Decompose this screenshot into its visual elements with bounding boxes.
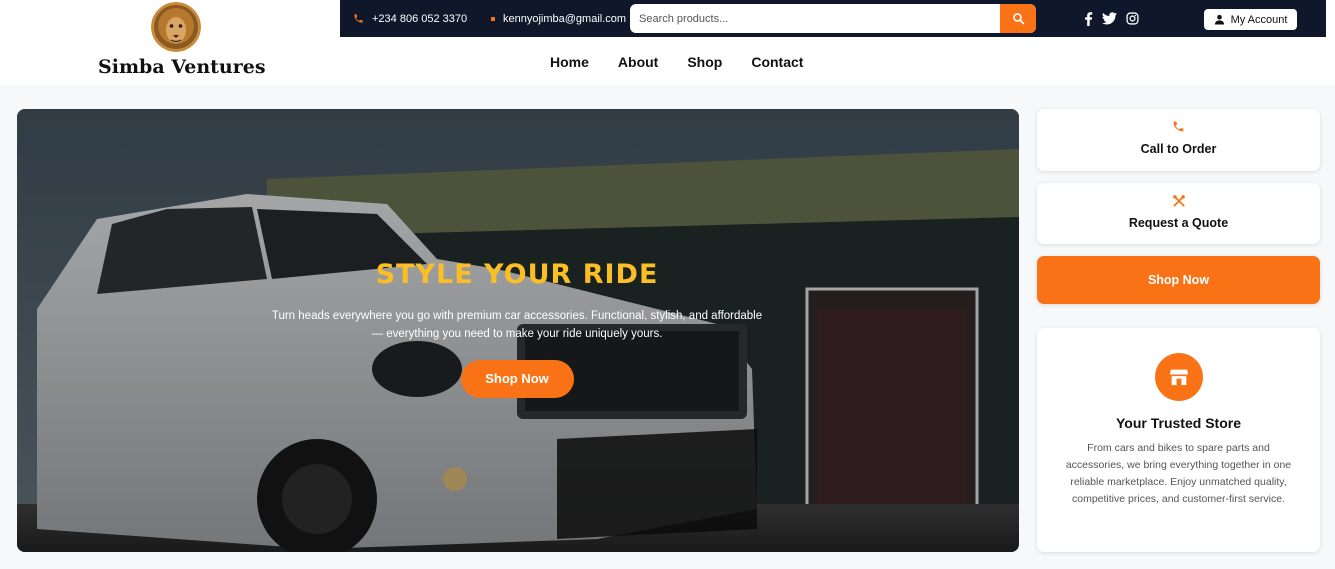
phone-contact[interactable]: +234 806 052 3370 xyxy=(353,0,467,37)
lion-logo xyxy=(151,2,201,52)
phone-icon xyxy=(1037,120,1320,138)
instagram-icon[interactable] xyxy=(1126,12,1139,25)
phone-number: +234 806 052 3370 xyxy=(372,12,468,25)
call-to-order-label: Call to Order xyxy=(1140,142,1217,156)
store-title: Your Trusted Store xyxy=(1116,415,1241,431)
facebook-icon[interactable] xyxy=(1084,11,1093,26)
brand-name: Simba Ventures xyxy=(98,56,266,78)
search-box xyxy=(630,4,1036,33)
sidebar-shop-now-label: Shop Now xyxy=(1147,273,1210,287)
search-input[interactable] xyxy=(630,4,1000,33)
top-bar: +234 806 052 3370 kennyojimba@gmail.com xyxy=(340,0,1326,37)
request-quote-card[interactable]: Request a Quote xyxy=(1037,183,1320,244)
store-description: From cars and bikes to spare parts and a… xyxy=(1065,442,1292,505)
search-button[interactable] xyxy=(1000,4,1036,33)
my-account-button[interactable]: My Account xyxy=(1204,9,1297,30)
trusted-store-card: Your Trusted Store From cars and bikes t… xyxy=(1037,328,1320,552)
search-icon xyxy=(1012,13,1024,25)
main-nav: Home About Shop Contact xyxy=(550,54,832,70)
email-address: kennyojimba@gmail.com xyxy=(503,12,627,25)
nav-shop[interactable]: Shop xyxy=(687,54,722,70)
user-icon xyxy=(1214,14,1224,25)
call-to-order-card[interactable]: Call to Order xyxy=(1037,109,1320,171)
social-links xyxy=(1084,0,1148,37)
email-icon xyxy=(491,16,495,21)
phone-icon xyxy=(354,14,363,23)
brand-logo-link[interactable]: Simba Ventures xyxy=(98,2,266,78)
nav-about[interactable]: About xyxy=(618,54,658,70)
email-contact[interactable]: kennyojimba@gmail.com xyxy=(491,0,626,37)
site-header: Simba Ventures +234 806 052 3370 kennyoj… xyxy=(0,0,1335,85)
hero-title: STYLE YOUR RIDE xyxy=(375,259,659,290)
sidebar-shop-now-button[interactable]: Shop Now xyxy=(1037,256,1320,304)
hero-content: STYLE YOUR RIDE Turn heads everywhere yo… xyxy=(267,259,767,398)
twitter-icon[interactable] xyxy=(1102,12,1117,25)
hero-description: Turn heads everywhere you go with premiu… xyxy=(271,310,763,340)
account-label: My Account xyxy=(1230,13,1288,26)
hero-shop-now-button[interactable]: Shop Now xyxy=(460,360,574,398)
request-quote-label: Request a Quote xyxy=(1128,216,1229,230)
nav-home[interactable]: Home xyxy=(550,54,589,70)
tools-icon xyxy=(1037,194,1320,213)
hero-banner: STYLE YOUR RIDE Turn heads everywhere yo… xyxy=(17,109,1019,552)
nav-contact[interactable]: Contact xyxy=(751,54,803,70)
store-icon xyxy=(1154,353,1203,401)
